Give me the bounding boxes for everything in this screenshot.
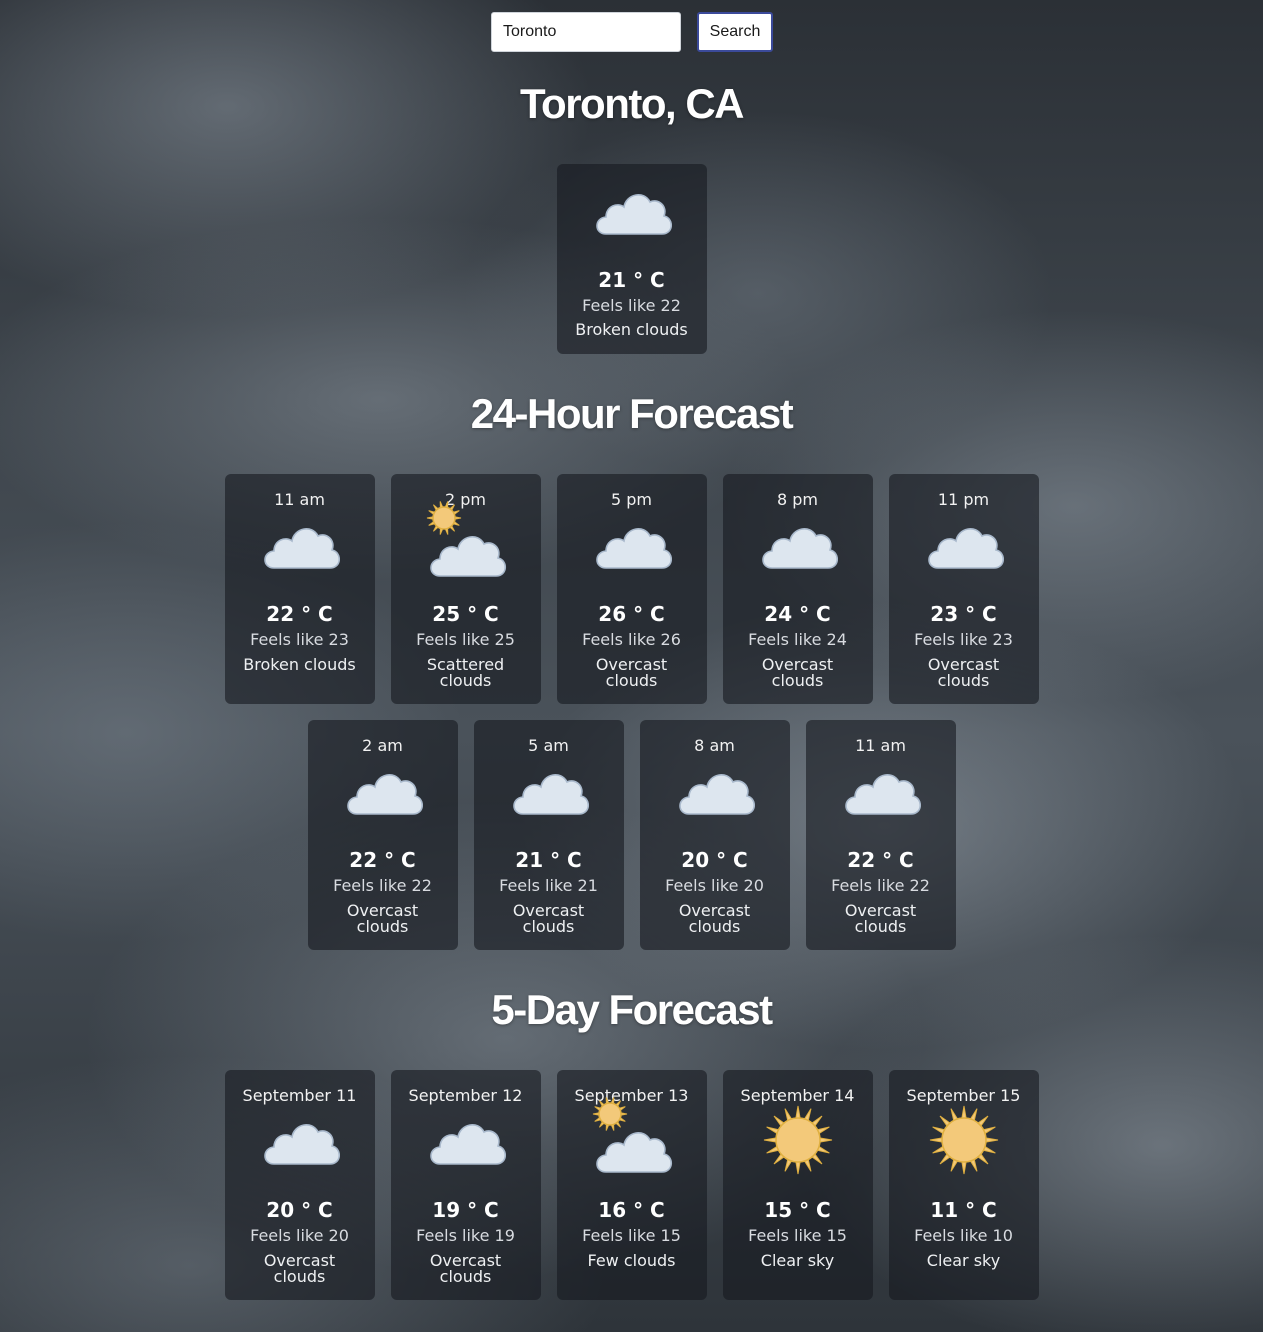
daily-description: Clear sky [760,1251,835,1270]
cloud-icon [592,180,672,240]
daily-card: September 13 16 ° C Feels like 15 Few cl… [556,1070,707,1300]
sun-icon [924,1105,1004,1175]
hourly-feels-like: Feels like 21 [499,876,598,895]
daily-date: September 12 [408,1086,523,1105]
hourly-feels-like: Feels like 24 [748,630,847,649]
daily-forecast-title: 5-Day Forecast [491,986,773,1033]
hourly-temperature: 26 ° C [598,602,665,626]
daily-feels-like: Feels like 19 [416,1226,515,1245]
hourly-temperature: 25 ° C [432,602,499,626]
hourly-card: 8 am 20 ° C Feels like 20 Overcast cloud… [639,720,790,950]
daily-forecast-row: September 11 20 ° C Feels like 20 Overca… [0,1070,1263,1300]
hourly-time: 11 pm [937,490,990,509]
hourly-description: Broken clouds [243,655,356,674]
hourly-description: Overcast clouds [512,901,585,936]
sun-cloud-icon [592,1097,672,1173]
hourly-description: Overcast clouds [844,901,917,936]
sun-icon [758,1105,838,1175]
hourly-feels-like: Feels like 26 [582,630,681,649]
hourly-feels-like: Feels like 22 [333,876,432,895]
hourly-card: 5 pm 26 ° C Feels like 26 Overcast cloud… [556,474,707,704]
hourly-temperature: 20 ° C [681,848,748,872]
daily-description: Clear sky [926,1251,1001,1270]
hourly-temperature: 21 ° C [515,848,582,872]
cloud-icon [841,760,921,820]
current-weather: 21 ° C Feels like 22 Broken clouds [0,164,1263,354]
daily-feels-like: Feels like 15 [582,1226,681,1245]
daily-card: September 12 19 ° C Feels like 19 Overca… [390,1070,541,1300]
hourly-feels-like: Feels like 22 [831,876,930,895]
hourly-description: Overcast clouds [595,655,668,690]
daily-temperature: 16 ° C [598,1198,665,1222]
daily-card: September 14 15 ° C Feels like 15 Clear … [722,1070,873,1300]
cloud-icon [426,1110,506,1170]
hourly-time: 8 am [694,736,735,755]
daily-temperature: 20 ° C [266,1198,333,1222]
daily-feels-like: Feels like 20 [250,1226,349,1245]
search-input[interactable] [491,12,681,52]
hourly-temperature: 22 ° C [266,602,333,626]
current-description: Broken clouds [575,320,688,339]
daily-date: September 13 [574,1086,689,1105]
daily-date: September 14 [740,1086,855,1105]
cloud-icon [675,760,755,820]
cloud-icon [592,514,672,574]
hourly-forecast-row: 2 am 22 ° C Feels like 22 Overcast cloud… [0,720,1263,950]
daily-description: Overcast clouds [263,1251,336,1286]
cloud-icon [343,760,423,820]
hourly-time: 8 pm [776,490,818,509]
hourly-feels-like: Feels like 20 [665,876,764,895]
hourly-description: Overcast clouds [346,901,419,936]
daily-date: September 11 [242,1086,357,1105]
hourly-time: 5 am [528,736,569,755]
hourly-temperature: 22 ° C [847,848,914,872]
hourly-description: Overcast clouds [761,655,834,690]
location-title: Toronto, CA [520,80,745,127]
current-temperature: 21 ° C [598,268,665,292]
hourly-time: 11 am [855,736,906,755]
hourly-feels-like: Feels like 23 [914,630,1013,649]
daily-description: Few clouds [587,1251,676,1270]
search-bar: Search [491,12,773,52]
hourly-card: 5 am 21 ° C Feels like 21 Overcast cloud… [473,720,624,950]
hourly-time: 2 pm [444,490,486,509]
sun-cloud-icon [426,501,506,577]
daily-feels-like: Feels like 10 [914,1226,1013,1245]
cloud-icon [260,1110,340,1170]
hourly-description: Scattered clouds [426,655,505,690]
hourly-card: 2 am 22 ° C Feels like 22 Overcast cloud… [307,720,458,950]
daily-feels-like: Feels like 15 [748,1226,847,1245]
daily-date: September 15 [906,1086,1021,1105]
hourly-feels-like: Feels like 25 [416,630,515,649]
daily-card: September 15 11 ° C Feels like 10 Clear … [888,1070,1039,1300]
hourly-card: 11 am 22 ° C Feels like 23 Broken clouds [224,474,375,704]
hourly-card: 8 pm 24 ° C Feels like 24 Overcast cloud… [722,474,873,704]
daily-description: Overcast clouds [429,1251,502,1286]
hourly-forecast-row: 11 am 22 ° C Feels like 23 Broken clouds… [0,474,1263,704]
hourly-card: 2 pm 25 ° C Feels like 25 Scattered clou… [390,474,541,704]
cloud-icon [260,514,340,574]
hourly-description: Overcast clouds [927,655,1000,690]
current-feels-like: Feels like 22 [582,296,681,315]
hourly-description: Overcast clouds [678,901,751,936]
hourly-card: 11 pm 23 ° C Feels like 23 Overcast clou… [888,474,1039,704]
hourly-temperature: 24 ° C [764,602,831,626]
hourly-time: 11 am [274,490,325,509]
daily-card: September 11 20 ° C Feels like 20 Overca… [224,1070,375,1300]
daily-temperature: 11 ° C [930,1198,997,1222]
hourly-time: 2 am [362,736,403,755]
hourly-forecast-title: 24-Hour Forecast [470,390,794,437]
cloud-icon [758,514,838,574]
hourly-temperature: 22 ° C [349,848,416,872]
cloud-icon [509,760,589,820]
cloud-icon [924,514,1004,574]
current-weather-card: 21 ° C Feels like 22 Broken clouds [556,164,707,354]
daily-temperature: 19 ° C [432,1198,499,1222]
hourly-temperature: 23 ° C [930,602,997,626]
daily-temperature: 15 ° C [764,1198,831,1222]
hourly-card: 11 am 22 ° C Feels like 22 Overcast clou… [805,720,956,950]
hourly-feels-like: Feels like 23 [250,630,349,649]
hourly-time: 5 pm [610,490,652,509]
search-button[interactable]: Search [697,12,773,52]
